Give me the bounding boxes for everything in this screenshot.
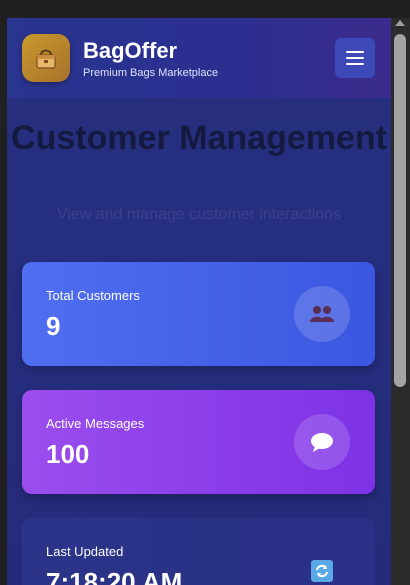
brand-title: BagOffer	[83, 38, 178, 63]
last-updated-label: Last Updated	[46, 544, 124, 559]
hamburger-icon	[346, 51, 364, 53]
menu-button[interactable]	[335, 38, 375, 78]
active-messages-value: 100	[46, 439, 90, 469]
total-customers-card[interactable]: Total Customers 9	[22, 262, 375, 366]
page-title: Customer Management	[11, 119, 387, 157]
brand-logo[interactable]	[22, 34, 70, 82]
hamburger-icon	[346, 57, 364, 59]
refresh-icon[interactable]	[311, 560, 333, 582]
active-messages-card[interactable]: Active Messages 100	[22, 390, 375, 494]
page-subtitle: View and manage customer interactions	[56, 206, 342, 223]
scrollbar-thumb[interactable]	[394, 34, 406, 387]
refresh-arrows-icon	[316, 564, 328, 578]
scroll-up-arrow-icon[interactable]	[395, 20, 405, 26]
window-left-frame	[0, 18, 7, 585]
vertical-scrollbar[interactable]	[391, 18, 410, 585]
total-customers-label: Total Customers	[46, 288, 140, 303]
chat-icon	[311, 433, 333, 452]
bag-icon	[36, 49, 56, 69]
window-top-frame	[0, 0, 410, 18]
brand-subtitle: Premium Bags Marketplace	[83, 67, 219, 79]
active-messages-icon-badge	[294, 414, 350, 470]
total-customers-value: 9	[46, 311, 61, 341]
last-updated-card: Last Updated 7:18:20 AM	[22, 518, 375, 585]
hamburger-icon	[346, 63, 364, 65]
total-customers-icon-badge	[294, 286, 350, 342]
last-updated-value: 7:18:20 AM	[46, 567, 183, 585]
app-header: BagOffer Premium Bags Marketplace	[7, 18, 391, 98]
users-icon	[310, 306, 334, 322]
app-viewport: BagOffer Premium Bags Marketplace Custom…	[7, 18, 391, 585]
active-messages-label: Active Messages	[46, 416, 145, 431]
